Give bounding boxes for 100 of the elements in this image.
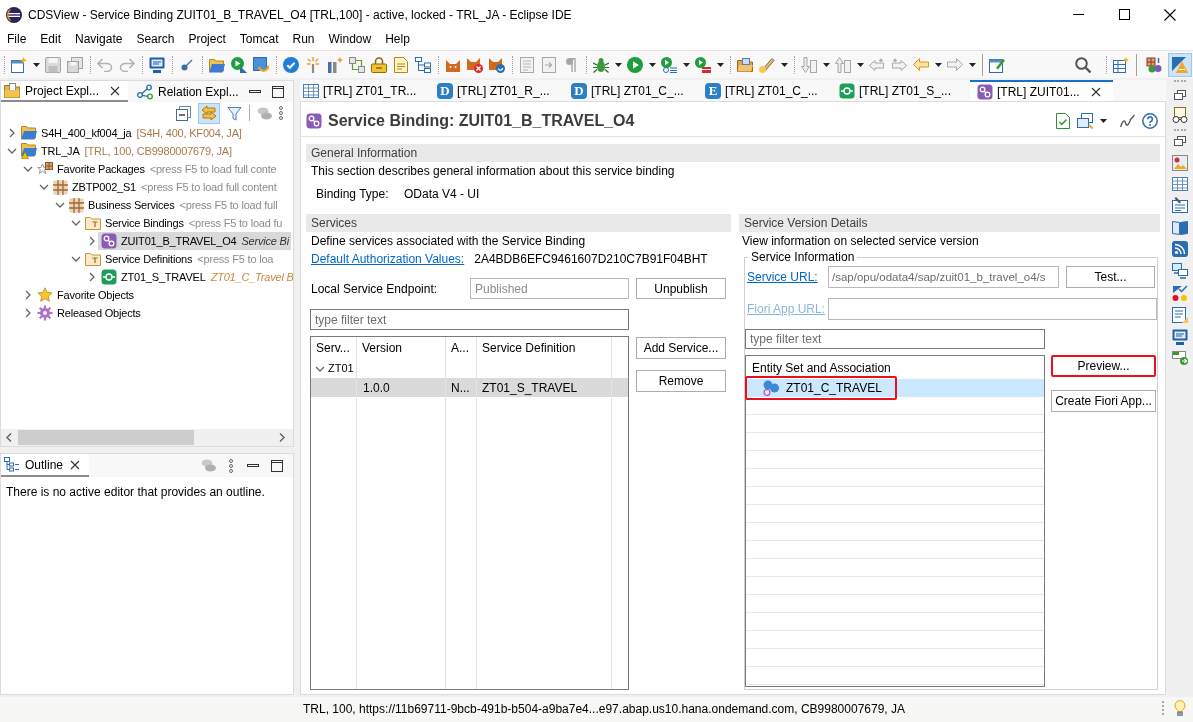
- menu-item[interactable]: Run: [285, 29, 322, 50]
- new-window-icon[interactable]: [11, 56, 27, 73]
- hierarchy-icon[interactable]: [415, 56, 431, 73]
- arrow-panel-icon[interactable]: [1171, 351, 1188, 365]
- menu-item[interactable]: File: [0, 29, 34, 50]
- chevron-right-icon[interactable]: [89, 236, 95, 246]
- document-check-icon[interactable]: [1056, 113, 1070, 129]
- menu-item[interactable]: Window: [321, 29, 379, 50]
- tree-item[interactable]: Favorite Objects: [34, 286, 136, 304]
- unpublish-button[interactable]: Unpublish: [636, 278, 726, 299]
- chevron-right-icon[interactable]: [9, 128, 15, 138]
- columns-sparkle-icon[interactable]: [327, 56, 343, 73]
- caret-icon[interactable]: [780, 62, 788, 67]
- horizontal-scrollbar[interactable]: [1, 429, 293, 446]
- picture-icon[interactable]: [1171, 155, 1188, 171]
- collapse-all-icon[interactable]: [176, 105, 191, 121]
- create-app-button[interactable]: Create Fiori App...: [1051, 390, 1156, 412]
- play-icon[interactable]: [627, 56, 643, 73]
- open-folder-icon[interactable]: [737, 57, 753, 72]
- chevron-right-icon[interactable]: [89, 272, 95, 282]
- check-dots-icon[interactable]: [1171, 285, 1188, 301]
- menu-item[interactable]: Help: [378, 29, 417, 50]
- caret-icon[interactable]: [614, 62, 622, 67]
- column-header[interactable]: A...: [446, 337, 477, 359]
- chevron-down-icon[interactable]: [23, 166, 33, 172]
- maximize-icon[interactable]: [272, 85, 284, 98]
- lightbulb-icon[interactable]: [1174, 700, 1186, 716]
- panel-tab[interactable]: Project Expl...: [1, 81, 128, 102]
- input-field[interactable]: Published: [470, 278, 629, 299]
- chevron-down-icon[interactable]: [315, 365, 325, 372]
- menu-item[interactable]: Edit: [33, 29, 69, 50]
- tree-item[interactable]: ZT01_S_TRAVEL ZT01_C_Travel B: [98, 268, 293, 286]
- column-header[interactable]: Entity Set and Association: [752, 358, 891, 377]
- open-folder-icon[interactable]: [209, 56, 225, 73]
- table-row[interactable]: 1.0.0 N... ZT01_S_TRAVEL: [311, 378, 628, 397]
- linked-boxes-icon[interactable]: [349, 56, 365, 73]
- bug-icon[interactable]: [593, 56, 609, 73]
- scroll-left-icon[interactable]: [6, 433, 12, 442]
- plug-icon[interactable]: [181, 58, 193, 71]
- filter-icon[interactable]: [227, 105, 242, 121]
- preview-button[interactable]: Preview...: [1051, 355, 1156, 377]
- computers-icon[interactable]: [1171, 263, 1188, 279]
- column-header[interactable]: Version: [357, 337, 446, 359]
- kebab-menu-icon[interactable]: [229, 458, 233, 473]
- tree-item[interactable]: Service Definitions <press F5 to loa: [82, 250, 276, 268]
- stacked-windows-icon[interactable]: [1077, 113, 1093, 129]
- caret-icon[interactable]: [648, 62, 656, 67]
- menu-item[interactable]: Tomcat: [232, 29, 286, 50]
- play-toolbox-icon[interactable]: [695, 56, 711, 73]
- editor-tab[interactable]: E [TRL] ZT01_C_...: [702, 80, 836, 101]
- maximize-icon[interactable]: [1118, 9, 1130, 20]
- play-list-icon[interactable]: [661, 56, 677, 73]
- editor-tab[interactable]: [TRL] ZT01_S_...: [836, 80, 970, 101]
- cat-delete-icon[interactable]: [467, 56, 483, 73]
- toggle-button[interactable]: [198, 102, 220, 124]
- remove-button[interactable]: Remove: [636, 370, 726, 392]
- tree-item[interactable]: ZUIT01_B_TRAVEL_O4 Service Bi: [98, 232, 291, 250]
- caret-icon[interactable]: [682, 62, 690, 67]
- editor-tab[interactable]: [TRL] ZT01_TR...: [300, 80, 434, 101]
- play-badge-icon[interactable]: [231, 56, 247, 73]
- close-icon[interactable]: [1091, 86, 1101, 97]
- close-icon[interactable]: [110, 85, 120, 96]
- minimize-icon[interactable]: [249, 90, 261, 93]
- editor-tab[interactable]: [TRL] ZUIT01...: [970, 80, 1113, 101]
- editor-tab[interactable]: D [TRL] ZT01_R_...: [434, 80, 568, 101]
- notebook-glasses-icon[interactable]: [1171, 107, 1188, 123]
- caret-icon[interactable]: [32, 62, 40, 67]
- scroll-right-icon[interactable]: [279, 433, 285, 442]
- tree-item[interactable]: ZT01_C_TRAVEL: [746, 379, 1044, 397]
- document-icon[interactable]: [393, 56, 409, 73]
- caret-icon[interactable]: [968, 62, 976, 67]
- link[interactable]: Service URL:: [747, 268, 818, 286]
- cat-icon[interactable]: [445, 57, 461, 72]
- minimize-icon[interactable]: [1072, 14, 1084, 15]
- scrollbar-thumb[interactable]: [18, 430, 194, 445]
- filter-field[interactable]: type filter text: [310, 309, 629, 330]
- restore-icon[interactable]: [1173, 90, 1186, 100]
- tree-item[interactable]: TRL_JA [TRL, 100, CB9980007679, JA]: [18, 142, 234, 160]
- panel-tab[interactable]: Relation Expl...: [128, 81, 245, 102]
- chevron-down-icon[interactable]: [71, 256, 81, 262]
- minimize-icon[interactable]: [247, 464, 259, 467]
- help-icon[interactable]: [1142, 113, 1158, 129]
- tree-item[interactable]: Service Bindings <press F5 to load fu: [82, 214, 285, 232]
- tree-item[interactable]: Favorite Packages <press F5 to load full conte: [34, 160, 279, 178]
- chevron-down-icon[interactable]: [39, 184, 49, 190]
- monitor-icon[interactable]: [149, 56, 165, 73]
- cat-refresh-icon[interactable]: [489, 56, 505, 73]
- chevron-down-icon[interactable]: [7, 148, 17, 154]
- editor-tab[interactable]: D [TRL] ZT01_C_...: [568, 80, 702, 101]
- search-icon[interactable]: [1075, 56, 1091, 73]
- right-arrow-star-icon[interactable]: [891, 58, 907, 71]
- caret-icon[interactable]: [1100, 119, 1107, 123]
- kebab-menu-icon[interactable]: [279, 106, 283, 120]
- notes-icon[interactable]: [1171, 307, 1188, 323]
- url-field[interactable]: [828, 298, 1157, 320]
- caret-icon[interactable]: [822, 62, 830, 67]
- link[interactable]: Default Authorization Values:: [311, 249, 465, 268]
- check-circle-icon[interactable]: [283, 56, 299, 73]
- menu-item[interactable]: Search: [129, 29, 182, 50]
- panel-tab[interactable]: Outline: [1, 454, 89, 477]
